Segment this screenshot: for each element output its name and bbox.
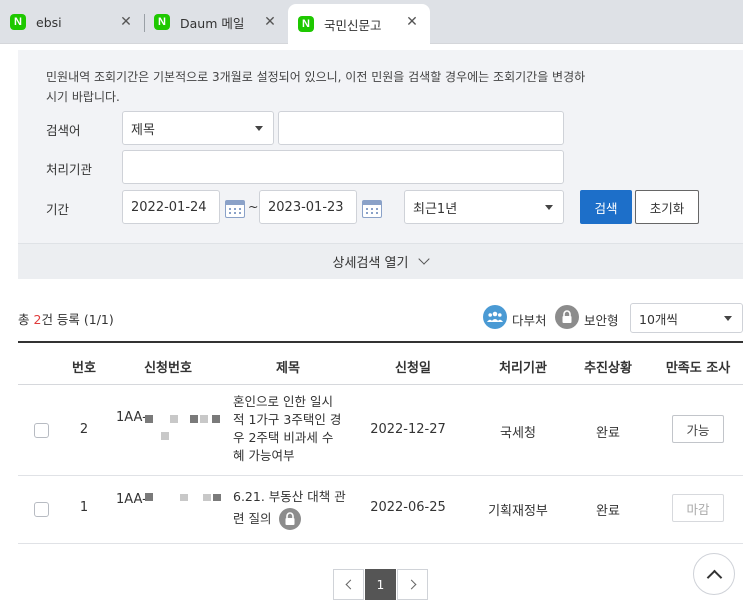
table-header: 번호 신청번호 제목 신청일 처리기관 추진상황 만족도 조사 (18, 341, 743, 385)
row-app-no: 1AA- (116, 492, 147, 507)
redacted-block (203, 494, 211, 501)
title-line: 혜 가능여부 (233, 448, 295, 463)
table-row[interactable]: 1 1AA- 6.21. 부동산 대책 관 련 질의 2022-06-25 기획… (18, 476, 743, 544)
count-prefix: 총 (18, 312, 34, 327)
redacted-block (180, 494, 188, 501)
count-suffix: 건 등록 (1/1) (41, 312, 114, 327)
keyword-text[interactable] (287, 112, 563, 144)
tab-ebsi[interactable]: N ebsi ✕ (0, 4, 144, 40)
redacted-block (170, 415, 178, 423)
legend-multi-label: 다부처 (512, 313, 547, 328)
row-title[interactable]: 혼인으로 인한 일시 적 1가구 3주택인 경 우 2주택 비과세 수 혜 가능… (233, 393, 363, 465)
lock-icon (279, 508, 301, 530)
row-agency: 기획재정부 (488, 504, 548, 519)
chevron-left-icon (345, 579, 355, 590)
scroll-top-button[interactable] (693, 553, 735, 595)
page-button-current[interactable]: 1 (365, 569, 396, 600)
date-to-input[interactable]: 2023-01-23 (259, 190, 357, 224)
header-status: 추진상황 (584, 361, 632, 376)
table-row[interactable]: 2 1AA- 혼인으로 인한 일시 적 1가구 3주택인 경 우 2주택 비과세… (18, 385, 743, 476)
chevron-down-icon (418, 253, 431, 265)
chevron-down-icon (255, 126, 263, 131)
date-from-value: 2022-01-24 (131, 199, 207, 215)
per-page-value: 10개씩 (639, 311, 678, 327)
naver-favicon-icon: N (10, 14, 26, 30)
redacted-block (212, 415, 220, 423)
row-checkbox[interactable] (34, 423, 49, 438)
header-date: 신청일 (395, 361, 431, 376)
row-agency: 국세청 (500, 426, 536, 441)
prev-page-button[interactable] (333, 569, 364, 600)
row-date: 2022-06-25 (370, 500, 446, 515)
search-notice: 민원내역 조회기간은 기본적으로 3개월로 설정되어 있으니, 이전 민원을 검… (46, 70, 586, 104)
row-checkbox[interactable] (34, 502, 49, 517)
tab-label: 국민신문고 (324, 17, 382, 33)
lock-icon (555, 305, 579, 329)
calendar-icon[interactable] (225, 200, 245, 218)
date-to-value: 2023-01-23 (268, 199, 344, 215)
survey-button[interactable]: 마감 (672, 494, 724, 522)
tab-label: ebsi (36, 14, 62, 30)
tab-daum-mail[interactable]: N Daum 메일 ✕ (144, 4, 288, 40)
naver-favicon-icon: N (154, 14, 170, 30)
period-preset-select[interactable]: 최근1년 (404, 190, 564, 224)
keyword-type-value: 제목 (131, 122, 155, 138)
redacted-block (200, 415, 208, 423)
keyword-type-select[interactable]: 제목 (122, 111, 274, 145)
period-preset-value: 최근1년 (413, 201, 458, 217)
row-no: 2 (79, 422, 89, 437)
chevron-down-icon (545, 205, 553, 210)
header-no: 번호 (72, 361, 96, 376)
keyword-input[interactable] (278, 111, 564, 145)
keyword-label: 검색어 (46, 123, 81, 138)
row-date: 2022-12-27 (370, 422, 446, 437)
row-status: 완료 (596, 504, 620, 519)
reset-button[interactable]: 초기화 (635, 190, 699, 224)
date-separator: ~ (248, 199, 259, 214)
chevron-right-icon (406, 579, 416, 590)
browser-tab-bar: N ebsi ✕ N Daum 메일 ✕ N 국민신문고 ✕ (0, 0, 743, 44)
legend-secure-label: 보안형 (584, 313, 619, 328)
detail-search-label: 상세검색 열기 (332, 256, 409, 271)
tab-epeople[interactable]: N 국민신문고 ✕ (288, 4, 430, 44)
agency-input[interactable] (122, 150, 564, 184)
people-icon (483, 305, 507, 329)
survey-button[interactable]: 가능 (672, 415, 724, 443)
title-line: 적 1가구 3주택인 경 (233, 412, 342, 427)
period-label: 기간 (46, 202, 70, 217)
title-line: 우 2주택 비과세 수 (233, 430, 334, 445)
close-icon[interactable]: ✕ (404, 14, 420, 30)
row-no: 1 (79, 500, 89, 515)
chevron-down-icon (724, 316, 732, 321)
redacted-block (213, 494, 221, 501)
redacted-block (145, 415, 153, 423)
detail-search-toggle[interactable]: 상세검색 열기 (18, 243, 743, 279)
header-app-no: 신청번호 (144, 361, 192, 376)
close-icon[interactable]: ✕ (262, 14, 278, 30)
result-count: 총 2건 등록 (1/1) (18, 309, 114, 328)
redacted-block (161, 432, 169, 440)
row-app-no: 1AA- (116, 410, 147, 425)
agency-text[interactable] (131, 151, 563, 183)
title-line-text: 련 질의 (233, 511, 272, 526)
search-panel: 민원내역 조회기간은 기본적으로 3개월로 설정되어 있으니, 이전 민원을 검… (18, 50, 743, 243)
row-status: 완료 (596, 426, 620, 441)
search-button[interactable]: 검색 (580, 190, 632, 224)
naver-favicon-icon: N (298, 16, 314, 32)
title-line: 혼인으로 인한 일시 (233, 394, 333, 409)
tab-label: Daum 메일 (180, 15, 245, 31)
header-survey: 만족도 조사 (665, 361, 731, 376)
close-icon[interactable]: ✕ (118, 14, 134, 30)
redacted-block (190, 415, 198, 423)
agency-label: 처리기관 (46, 162, 93, 177)
scroll-top-icon (706, 569, 722, 585)
per-page-select[interactable]: 10개씩 (630, 303, 743, 333)
header-agency: 처리기관 (499, 361, 547, 376)
date-from-input[interactable]: 2022-01-24 (122, 190, 220, 224)
title-line: 6.21. 부동산 대책 관 (233, 489, 346, 504)
next-page-button[interactable] (397, 569, 428, 600)
calendar-icon[interactable] (362, 200, 382, 218)
redacted-block (145, 493, 153, 501)
header-title: 제목 (276, 361, 300, 376)
